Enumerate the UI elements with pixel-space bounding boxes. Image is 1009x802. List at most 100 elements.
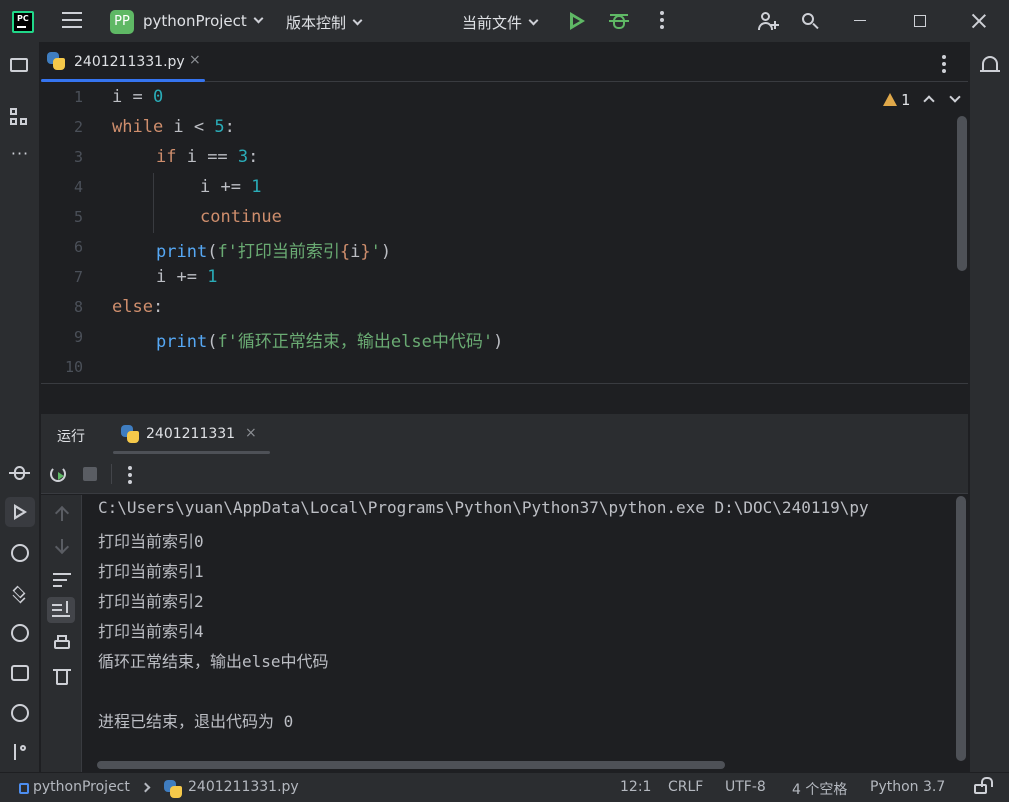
services-icon[interactable]: [11, 624, 29, 642]
python-console-icon[interactable]: [11, 544, 29, 562]
run-config-label: 当前文件: [462, 14, 523, 32]
toolbar-separator: [111, 464, 112, 484]
panel-splitter[interactable]: [41, 383, 968, 414]
line-number: 4: [73, 178, 83, 196]
console-line: 打印当前索引1: [98, 562, 204, 581]
line-number: 6: [73, 238, 83, 256]
code-editor[interactable]: 1 2 3 4 5 6 7 8 9 10 i = 0 while i < 5: …: [41, 83, 968, 383]
tab-options-icon[interactable]: [942, 55, 946, 76]
code-line: while i < 5:: [112, 117, 235, 137]
title-bar: PC PP pythonProject 版本控制 当前文件: [0, 0, 1009, 42]
notifications-icon[interactable]: [980, 56, 1000, 72]
console-vertical-scrollbar[interactable]: [956, 496, 966, 761]
warning-count: 1: [901, 91, 911, 109]
minimize-window-icon[interactable]: [854, 20, 866, 21]
chevron-down-icon: [352, 15, 363, 26]
indent-guide: [153, 173, 154, 233]
problems-icon[interactable]: [11, 704, 29, 722]
search-icon[interactable]: [800, 11, 820, 31]
right-tool-strip: [969, 42, 1009, 772]
rerun-icon[interactable]: [50, 466, 66, 482]
line-number: 9: [73, 328, 83, 346]
breadcrumb-file[interactable]: 2401211331.py: [188, 779, 299, 795]
editor-scrollbar[interactable]: [957, 116, 967, 271]
line-number: 5: [73, 208, 83, 226]
warning-icon: [883, 93, 897, 106]
indent-setting[interactable]: 4 个空格: [792, 779, 847, 799]
line-number: 1: [73, 88, 83, 106]
console-line: 打印当前索引4: [98, 622, 204, 641]
python-file-icon: [121, 425, 139, 443]
more-vertical-icon[interactable]: [652, 11, 672, 31]
stop-icon[interactable]: [83, 467, 97, 481]
editor-tab-label: 2401211331.py: [74, 54, 185, 70]
console-line: 打印当前索引2: [98, 592, 204, 611]
editor-tab-bar: 2401211331.py ×: [41, 42, 968, 82]
run-config-selector[interactable]: 当前文件: [462, 12, 539, 33]
git-icon[interactable]: [9, 742, 31, 764]
terminal-icon[interactable]: [11, 665, 29, 681]
close-tab-icon[interactable]: ×: [189, 52, 201, 68]
chevron-down-icon: [253, 13, 264, 24]
line-number: 7: [73, 268, 83, 286]
code-line: else:: [112, 297, 164, 317]
project-name: pythonProject: [143, 12, 247, 30]
scroll-to-end-icon[interactable]: [47, 597, 75, 623]
line-number: 2: [73, 118, 83, 136]
project-badge[interactable]: PP: [110, 10, 134, 34]
maximize-window-icon[interactable]: [914, 15, 926, 27]
soft-wrap-icon[interactable]: [53, 570, 71, 588]
close-tab-icon[interactable]: ×: [245, 425, 257, 441]
console-line: 循环正常结束，输出else中代码: [98, 652, 329, 671]
line-number: 3: [73, 148, 83, 166]
file-encoding[interactable]: UTF-8: [725, 779, 766, 795]
interpreter-selector[interactable]: Python 3.7: [870, 779, 945, 795]
console-horizontal-scrollbar[interactable]: [97, 761, 725, 769]
console-line: 进程已结束，退出代码为 0: [98, 712, 294, 731]
trash-icon[interactable]: [53, 667, 71, 685]
main-menu-icon[interactable]: [62, 12, 82, 30]
run-console[interactable]: C:\Users\yuan\AppData\Local\Programs\Pyt…: [83, 495, 968, 772]
previous-highlight-icon[interactable]: [923, 95, 935, 107]
more-tools-icon[interactable]: ···: [9, 146, 31, 169]
breadcrumb-project[interactable]: pythonProject: [33, 779, 130, 795]
layers-icon[interactable]: [9, 582, 31, 604]
lock-icon[interactable]: [974, 777, 993, 794]
structure-icon[interactable]: [9, 107, 31, 129]
debug-icon[interactable]: [609, 11, 629, 31]
chevron-down-icon: [528, 15, 539, 26]
vcs-menu[interactable]: 版本控制: [286, 12, 363, 33]
status-bar: pythonProject 2401211331.py 12:1 CRLF UT…: [0, 772, 1009, 802]
console-side-toolbar: [41, 495, 82, 772]
active-tab-indicator: [41, 79, 205, 82]
code-line: i = 0: [112, 87, 164, 107]
add-user-icon[interactable]: [757, 11, 779, 31]
run-panel-title: 运行: [57, 429, 85, 445]
code-line: print(f'打印当前索引{i}'): [156, 242, 392, 262]
code-line: i += 1: [200, 177, 262, 197]
code-line: i += 1: [156, 267, 218, 287]
project-selector[interactable]: pythonProject: [143, 12, 264, 30]
debug-tool-icon[interactable]: [9, 462, 31, 484]
print-icon[interactable]: [53, 635, 71, 653]
console-line: C:\Users\yuan\AppData\Local\Programs\Pyt…: [98, 498, 869, 517]
arrow-up-icon[interactable]: [53, 505, 71, 523]
code-line: print(f'循环正常结束，输出else中代码'): [156, 332, 504, 352]
run-panel-header: 运行 2401211331 ×: [41, 414, 968, 454]
arrow-down-icon[interactable]: [53, 537, 71, 555]
run-tool-icon[interactable]: [5, 497, 35, 527]
close-window-icon[interactable]: [970, 12, 988, 30]
caret-position[interactable]: 12:1: [620, 779, 651, 795]
inspection-widget[interactable]: 1: [883, 91, 910, 109]
project-folder-icon[interactable]: [9, 54, 31, 76]
line-separator[interactable]: CRLF: [668, 779, 703, 795]
python-file-icon: [164, 780, 182, 798]
next-highlight-icon[interactable]: [949, 91, 961, 103]
python-file-icon: [47, 52, 65, 70]
more-vertical-icon[interactable]: [128, 466, 132, 487]
module-icon: [19, 783, 29, 794]
left-tool-strip: ···: [0, 42, 40, 772]
pycharm-logo-icon: PC: [12, 11, 34, 33]
code-line: if i == 3:: [156, 147, 259, 167]
run-icon[interactable]: [567, 11, 587, 31]
